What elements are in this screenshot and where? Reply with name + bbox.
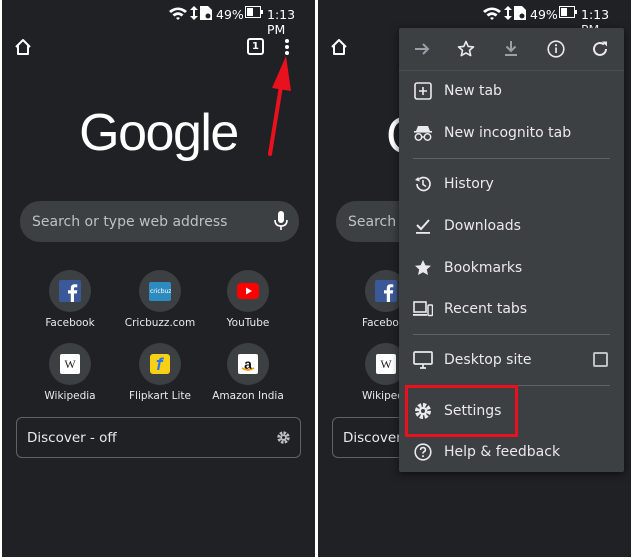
wikipedia-icon: W	[60, 354, 80, 374]
search-placeholder: Search or type web address	[32, 213, 228, 230]
shortcut-label: YouTube	[226, 317, 270, 329]
menu-item-label: Desktop site	[444, 352, 532, 368]
menu-item-help-feedback[interactable]: Help & feedback	[399, 432, 624, 472]
shortcut-label: Facebook	[45, 317, 95, 329]
shortcut-amazon[interactable]: a Amazon India	[198, 343, 298, 402]
wifi-icon	[168, 6, 188, 20]
left-screenshot-panel: 49% 1:13 PM 1 Google Search or type web …	[2, 0, 315, 557]
menu-divider	[413, 334, 610, 335]
bookmarks-star-icon	[413, 258, 433, 278]
desktop-site-checkbox[interactable]	[593, 352, 608, 367]
download-icon[interactable]	[502, 40, 520, 62]
desktop-icon	[413, 350, 433, 370]
shortcut-flipkart[interactable]: Flipkart Lite	[110, 343, 210, 402]
discover-label: Discover - off	[27, 429, 117, 446]
battery-percent: 49%	[216, 7, 244, 22]
shortcut-facebook[interactable]: Facebook	[20, 270, 120, 329]
menu-divider	[413, 158, 610, 159]
wifi-icon	[482, 6, 502, 20]
menu-action-row	[399, 28, 624, 71]
incognito-icon	[413, 123, 433, 143]
menu-item-history[interactable]: History	[399, 164, 624, 204]
shortcut-label: Wikipedia	[44, 390, 96, 402]
data-arrows-icon	[190, 6, 198, 20]
google-logo: Google	[79, 104, 239, 162]
shortcut-label: Flipkart Lite	[129, 390, 191, 402]
settings-highlight-box	[405, 385, 518, 437]
info-icon[interactable]	[547, 40, 565, 62]
wikipedia-icon: W	[376, 354, 396, 374]
menu-item-label: New tab	[444, 83, 502, 99]
forward-icon[interactable]	[413, 40, 431, 62]
menu-item-bookmarks[interactable]: Bookmarks	[399, 248, 624, 288]
home-button[interactable]	[330, 38, 348, 56]
battery-percent: 49%	[530, 7, 558, 22]
menu-item-downloads[interactable]: Downloads	[399, 206, 624, 246]
menu-item-label: New incognito tab	[444, 125, 572, 141]
discover-bar[interactable]: Discover - off	[16, 417, 301, 458]
recent-tabs-icon	[413, 299, 433, 319]
menu-item-label: Recent tabs	[444, 301, 528, 317]
status-bar: 49% 1:13 PM	[318, 0, 631, 37]
menu-item-label: Downloads	[444, 218, 521, 234]
facebook-icon	[59, 280, 81, 302]
flipkart-icon	[150, 354, 170, 374]
microphone-icon[interactable]	[274, 211, 288, 235]
discover-settings-gear-icon[interactable]	[276, 430, 291, 449]
youtube-icon	[237, 283, 259, 299]
battery-icon	[559, 6, 577, 18]
menu-item-label: Help & feedback	[444, 444, 561, 460]
sim-card-icon	[200, 6, 212, 20]
search-bar[interactable]: Search or type web address	[20, 201, 299, 242]
menu-item-desktop-site[interactable]: Desktop site	[399, 340, 624, 380]
home-button[interactable]	[14, 38, 32, 56]
bookmark-star-icon[interactable]	[457, 40, 475, 62]
home-icon	[15, 39, 31, 55]
refresh-icon[interactable]	[591, 40, 609, 62]
shortcut-label: Cricbuzz.com	[124, 317, 196, 329]
menu-item-recent-tabs[interactable]: Recent tabs	[399, 289, 624, 329]
history-icon	[413, 174, 433, 194]
new-tab-icon	[413, 81, 433, 101]
battery-icon	[245, 6, 263, 18]
shortcut-cricbuzz[interactable]: cricbuzz Cricbuzz.com	[110, 270, 210, 329]
shortcut-wikipedia[interactable]: W Wikipedia	[20, 343, 120, 402]
clock: 1:13 PM	[267, 7, 296, 37]
menu-item-new-incognito-tab[interactable]: New incognito tab	[399, 113, 624, 153]
amazon-icon: a	[238, 354, 258, 374]
help-icon	[413, 442, 433, 462]
shortcut-label: Amazon India	[212, 390, 284, 402]
right-screenshot-panel: 49% 1:13 PM Google Search or Facebo W Wi…	[318, 0, 631, 557]
facebook-icon	[375, 280, 397, 302]
downloads-icon	[413, 216, 433, 236]
data-arrows-icon	[504, 6, 512, 20]
home-icon	[331, 39, 347, 55]
shortcut-youtube[interactable]: YouTube	[198, 270, 298, 329]
cricbuzz-icon: cricbuzz	[149, 281, 171, 301]
status-bar: 49% 1:13 PM	[2, 0, 315, 37]
menu-item-new-tab[interactable]: New tab	[399, 71, 624, 111]
menu-item-label: Bookmarks	[444, 260, 523, 276]
sim-card-icon	[514, 6, 526, 20]
menu-item-label: History	[444, 176, 494, 192]
